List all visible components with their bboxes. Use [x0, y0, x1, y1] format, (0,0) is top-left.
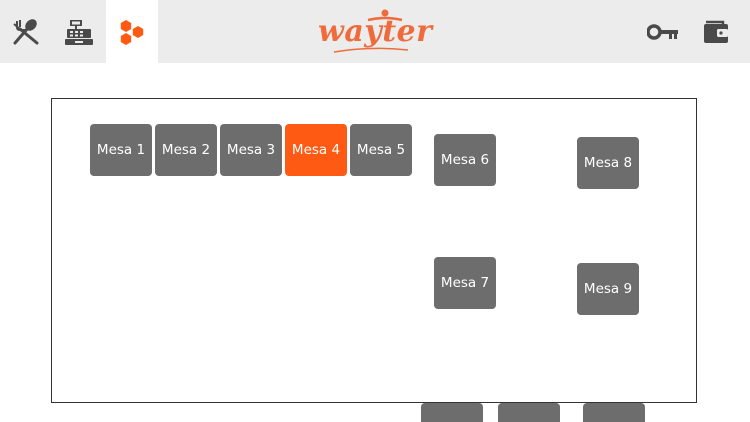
cash-register-icon [65, 19, 93, 45]
tables-nav-button[interactable] [106, 0, 158, 63]
hexagons-icon [120, 19, 144, 45]
table-mesa-5[interactable]: Mesa 5 [350, 124, 412, 176]
table-mesa-3[interactable]: Mesa 3 [220, 124, 282, 176]
logo-text: wayter [318, 14, 433, 49]
wallet-nav-button[interactable] [690, 0, 742, 63]
table-mesa-7[interactable]: Mesa 7 [434, 257, 496, 309]
table-partial[interactable] [583, 403, 645, 422]
table-mesa-2[interactable]: Mesa 2 [155, 124, 217, 176]
wallet-icon [704, 20, 728, 43]
key-icon [647, 23, 678, 40]
table-partial[interactable] [421, 403, 483, 422]
table-partial[interactable] [498, 403, 560, 422]
table-mesa-8[interactable]: Mesa 8 [577, 137, 639, 189]
top-bar: wayter [0, 0, 750, 63]
cashier-nav-button[interactable] [53, 0, 105, 63]
table-mesa-9[interactable]: Mesa 9 [577, 263, 639, 315]
login-nav-button[interactable] [637, 0, 689, 63]
wayter-logo: wayter [318, 8, 433, 56]
table-mesa-1[interactable]: Mesa 1 [90, 124, 152, 176]
table-mesa-4[interactable]: Mesa 4 [285, 124, 347, 176]
table-mesa-6[interactable]: Mesa 6 [434, 134, 496, 186]
menu-nav-button[interactable] [0, 0, 52, 63]
fork-spoon-icon [13, 18, 39, 44]
